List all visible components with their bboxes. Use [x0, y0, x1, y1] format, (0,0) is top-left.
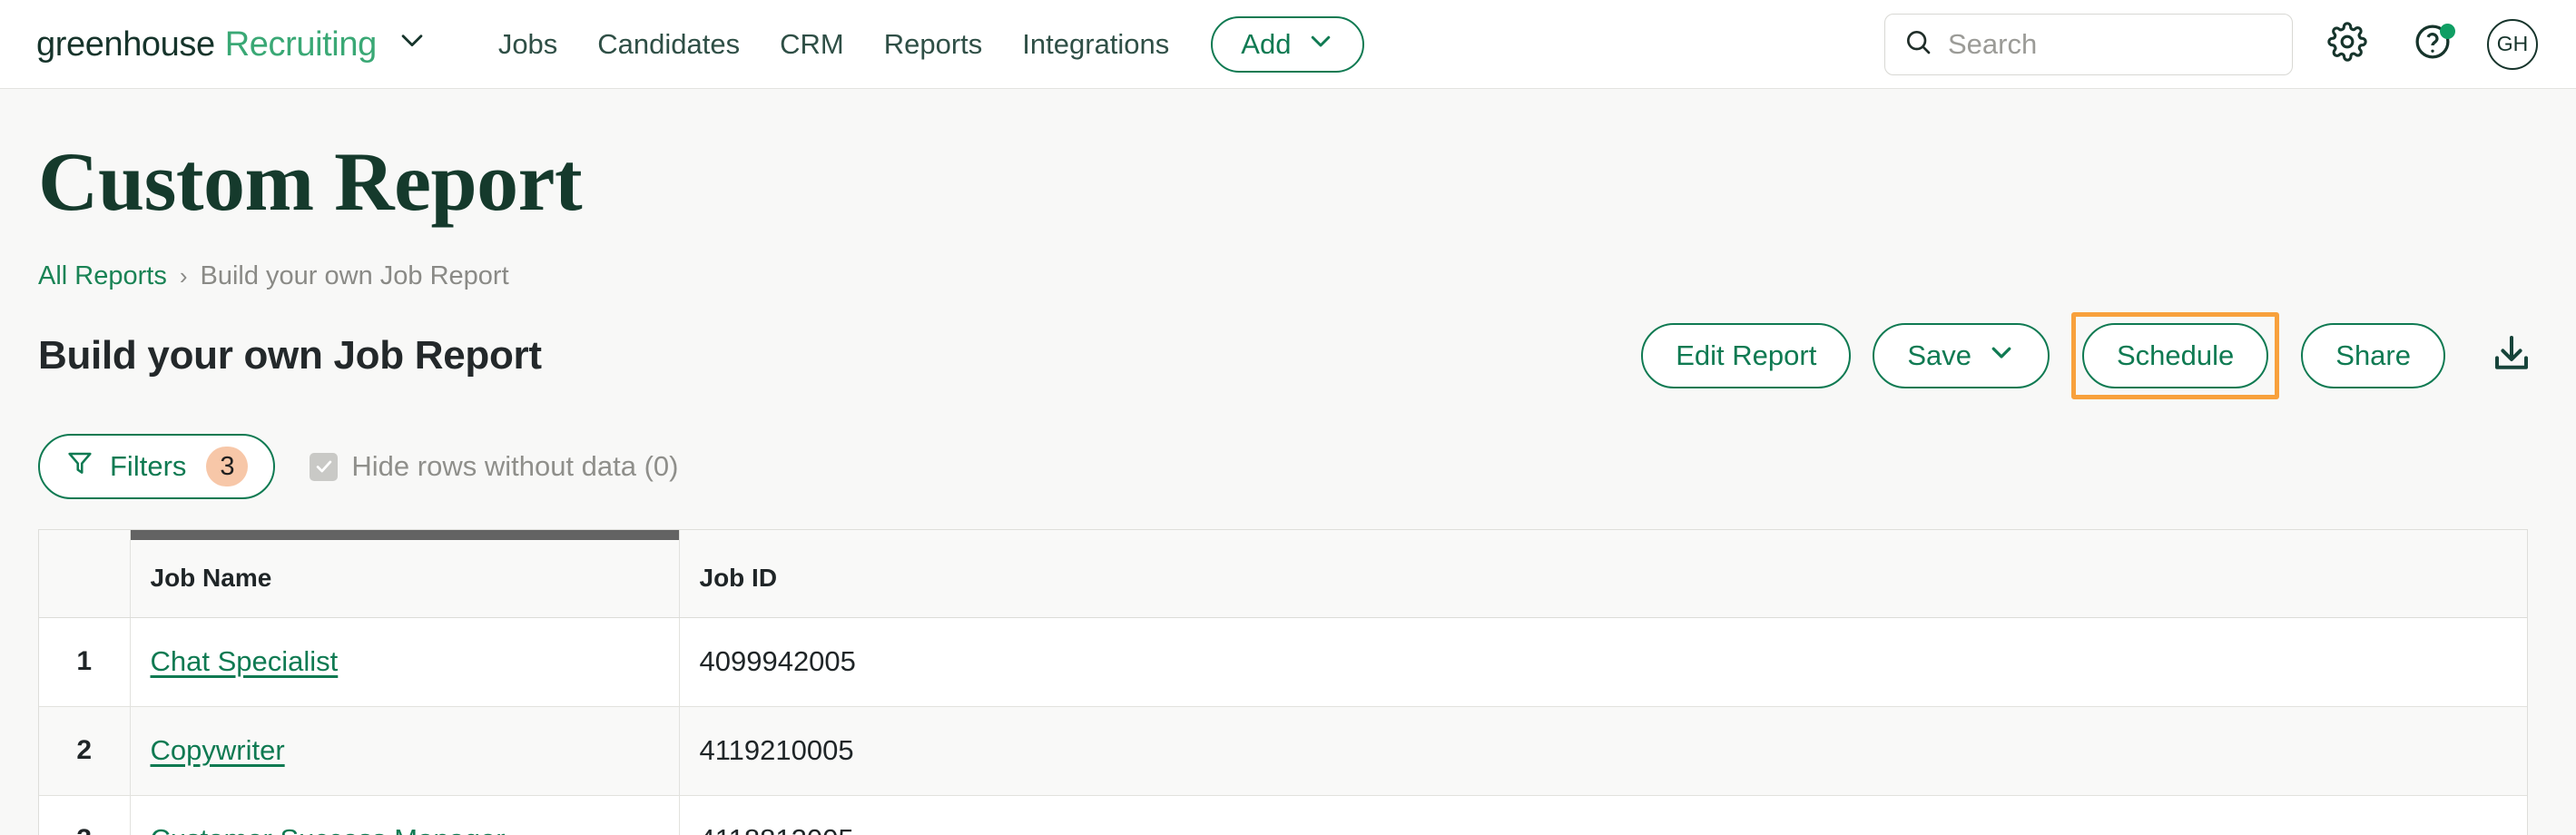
page-title: Custom Report [38, 89, 2538, 223]
top-navigation-bar: greenhouse Recruiting Jobs Candidates CR… [0, 0, 2576, 89]
nav-item-integrations[interactable]: Integrations [1022, 28, 1169, 61]
row-number: 1 [39, 617, 130, 706]
cell-job-name: Customer Success Manager [130, 795, 679, 835]
filters-count-badge: 3 [206, 447, 248, 486]
job-name-link[interactable]: Copywriter [151, 734, 285, 766]
download-button[interactable] [2485, 329, 2538, 382]
share-label: Share [2335, 339, 2411, 372]
table-header-row: Job Name Job ID [39, 530, 2527, 617]
cell-job-id: 4118812005 [679, 795, 2527, 835]
notification-dot [2440, 24, 2455, 39]
save-label: Save [1907, 339, 1971, 372]
funnel-icon [65, 448, 94, 485]
hide-rows-label: Hide rows without data (0) [351, 450, 678, 483]
table-row: 2 Copywriter 4119210005 [39, 706, 2527, 795]
greenhouse-logo[interactable]: greenhouse Recruiting [36, 25, 428, 64]
table-row: 1 Chat Specialist 4099942005 [39, 617, 2527, 706]
nav-item-candidates[interactable]: Candidates [597, 28, 740, 61]
column-header-row-number [39, 530, 130, 617]
filters-button[interactable]: Filters 3 [38, 434, 275, 499]
main-content: Custom Report All Reports › Build your o… [0, 89, 2576, 835]
search-box[interactable] [1884, 14, 2293, 75]
schedule-label: Schedule [2117, 339, 2234, 372]
row-number: 2 [39, 706, 130, 795]
job-name-link[interactable]: Chat Specialist [151, 645, 339, 677]
report-table: Job Name Job ID 1 Chat Specialist 409994… [38, 529, 2528, 835]
search-icon [1903, 27, 1932, 61]
row-number: 3 [39, 795, 130, 835]
chevron-down-icon[interactable] [397, 25, 428, 55]
report-actions: Edit Report Save Schedule Share [1641, 312, 2538, 399]
edit-report-label: Edit Report [1676, 339, 1816, 372]
nav-item-crm[interactable]: CRM [780, 28, 844, 61]
hide-rows-checkbox-group[interactable]: Hide rows without data (0) [310, 450, 678, 483]
search-input[interactable] [1948, 28, 2274, 61]
chevron-down-icon [1307, 27, 1334, 62]
checkbox-checked-icon[interactable] [310, 453, 338, 481]
schedule-button-highlight: Schedule [2071, 312, 2279, 399]
download-icon [2490, 332, 2533, 380]
breadcrumb: All Reports › Build your own Job Report [38, 261, 2538, 291]
edit-report-button[interactable]: Edit Report [1641, 323, 1851, 388]
report-subheading: Build your own Job Report [38, 333, 542, 378]
gear-icon [2327, 22, 2367, 66]
cell-job-id: 4099942005 [679, 617, 2527, 706]
logo-secondary-text: Recruiting [225, 25, 377, 64]
filter-toolbar: Filters 3 Hide rows without data (0) [38, 434, 2538, 499]
nav-right-group: GH [1884, 14, 2538, 75]
primary-nav-links: Jobs Candidates CRM Reports Integrations [498, 28, 1169, 61]
settings-button[interactable] [2316, 14, 2378, 75]
nav-item-reports[interactable]: Reports [884, 28, 983, 61]
breadcrumb-current: Build your own Job Report [201, 261, 509, 291]
cell-job-name: Copywriter [130, 706, 679, 795]
share-button[interactable]: Share [2301, 323, 2445, 388]
logo-primary-text: greenhouse [36, 25, 215, 64]
table-row: 3 Customer Success Manager 4118812005 [39, 795, 2527, 835]
nav-item-jobs[interactable]: Jobs [498, 28, 557, 61]
report-header-row: Build your own Job Report Edit Report Sa… [38, 312, 2538, 399]
job-name-link[interactable]: Customer Success Manager [151, 823, 506, 835]
help-button[interactable] [2402, 14, 2463, 75]
cell-job-name: Chat Specialist [130, 617, 679, 706]
add-button-label: Add [1241, 28, 1291, 61]
save-button[interactable]: Save [1873, 323, 2050, 388]
table-body: 1 Chat Specialist 4099942005 2 Copywrite… [39, 617, 2527, 835]
breadcrumb-separator-icon: › [180, 262, 188, 290]
add-button[interactable]: Add [1211, 16, 1364, 73]
chevron-down-icon [1988, 339, 2015, 373]
schedule-button[interactable]: Schedule [2082, 323, 2268, 388]
cell-job-id: 4119210005 [679, 706, 2527, 795]
column-header-job-id[interactable]: Job ID [679, 530, 2527, 617]
filters-label: Filters [110, 450, 186, 483]
breadcrumb-all-reports-link[interactable]: All Reports [38, 261, 167, 291]
user-avatar[interactable]: GH [2487, 19, 2538, 70]
column-header-job-name[interactable]: Job Name [130, 530, 679, 617]
